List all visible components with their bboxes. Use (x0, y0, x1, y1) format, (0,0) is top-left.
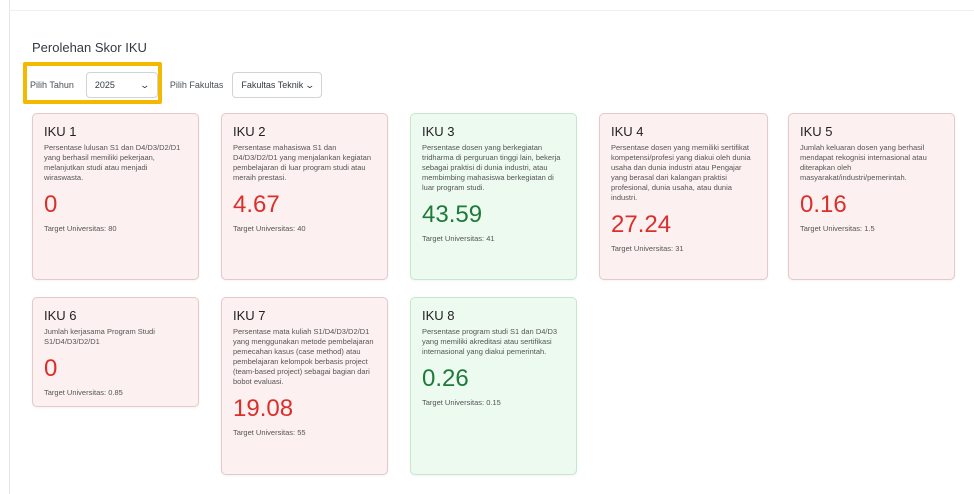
faculty-filter-label: Pilih Fakultas (169, 80, 224, 90)
iku-card-4[interactable]: IKU 4 Persentase dosen yang memiliki ser… (599, 113, 768, 280)
year-filter-label: Pilih Tahun (30, 80, 74, 90)
card-target: Target Universitas: 55 (233, 428, 306, 437)
iku-card-6[interactable]: IKU 6 Jumlah kerjasama Program Studi S1/… (32, 297, 199, 407)
iku-card-7[interactable]: IKU 7 Persentase mata kuliah S1/D4/D3/D2… (221, 297, 388, 475)
chevron-down-icon: ⌄ (304, 79, 315, 90)
card-description: Persentase mahasiswa S1 dan D4/D3/D2/D1 … (233, 143, 371, 182)
card-description: Persentase dosen yang berkegiatan tridha… (422, 143, 561, 192)
card-value: 19.08 (233, 395, 294, 422)
card-value: 0.26 (422, 365, 469, 392)
card-description: Persentase lulusan S1 dan D4/D3/D2/D1 ya… (44, 143, 181, 182)
year-select-value: 2025 (94, 80, 115, 90)
iku-card-8[interactable]: IKU 8 Persentase program studi S1 dan D4… (410, 297, 577, 475)
card-target: Target Universitas: 0.15 (422, 398, 501, 407)
card-value: 0 (44, 355, 58, 382)
card-value: 0.16 (800, 191, 847, 218)
card-title: IKU 7 (233, 308, 266, 323)
card-value: 27.24 (611, 211, 672, 238)
card-title: IKU 5 (800, 124, 833, 139)
card-description: Jumlah kerjasama Program Studi S1/D4/D3/… (44, 327, 155, 346)
card-title: IKU 4 (611, 124, 644, 139)
iku-card-3[interactable]: IKU 3 Persentase dosen yang berkegiatan … (410, 113, 577, 280)
chevron-down-icon: ⌄ (139, 79, 151, 90)
year-select[interactable]: 2025 ⌄ (85, 72, 158, 98)
card-target: Target Universitas: 41 (422, 234, 495, 243)
iku-card-5[interactable]: IKU 5 Jumlah keluaran dosen yang berhasi… (788, 113, 955, 280)
iku-card-2[interactable]: IKU 2 Persentase mahasiswa S1 dan D4/D3/… (221, 113, 388, 280)
card-value: 0 (44, 191, 58, 218)
card-description: Persentase dosen yang memiliki sertifika… (611, 143, 751, 202)
card-title: IKU 3 (422, 124, 455, 139)
iku-card-1[interactable]: IKU 1 Persentase lulusan S1 dan D4/D3/D2… (32, 113, 199, 280)
card-value: 43.59 (422, 201, 483, 228)
filter-bar: Pilih Tahun 2025 ⌄ Pilih Fakultas Fakult… (30, 72, 323, 98)
card-description: Persentase program studi S1 dan D4/D3 ya… (422, 327, 558, 356)
card-target: Target Universitas: 0.85 (44, 388, 123, 397)
card-value: 4.67 (233, 191, 280, 218)
card-title: IKU 2 (233, 124, 266, 139)
card-target: Target Universitas: 40 (233, 224, 306, 233)
card-description: Persentase mata kuliah S1/D4/D3/D2/D1 ya… (233, 327, 374, 386)
card-title: IKU 1 (44, 124, 77, 139)
left-border (9, 0, 10, 494)
card-title: IKU 8 (422, 308, 455, 323)
faculty-select-value: Fakultas Teknik (241, 80, 304, 90)
page-title: Perolehan Skor IKU (32, 40, 147, 55)
card-target: Target Universitas: 1.5 (800, 224, 875, 233)
faculty-select[interactable]: Fakultas Teknik ⌄ (232, 72, 323, 98)
card-title: IKU 6 (44, 308, 77, 323)
card-target: Target Universitas: 80 (44, 224, 117, 233)
card-description: Jumlah keluaran dosen yang berhasil mend… (800, 143, 927, 182)
card-target: Target Universitas: 31 (611, 244, 684, 253)
top-border (9, 10, 974, 11)
